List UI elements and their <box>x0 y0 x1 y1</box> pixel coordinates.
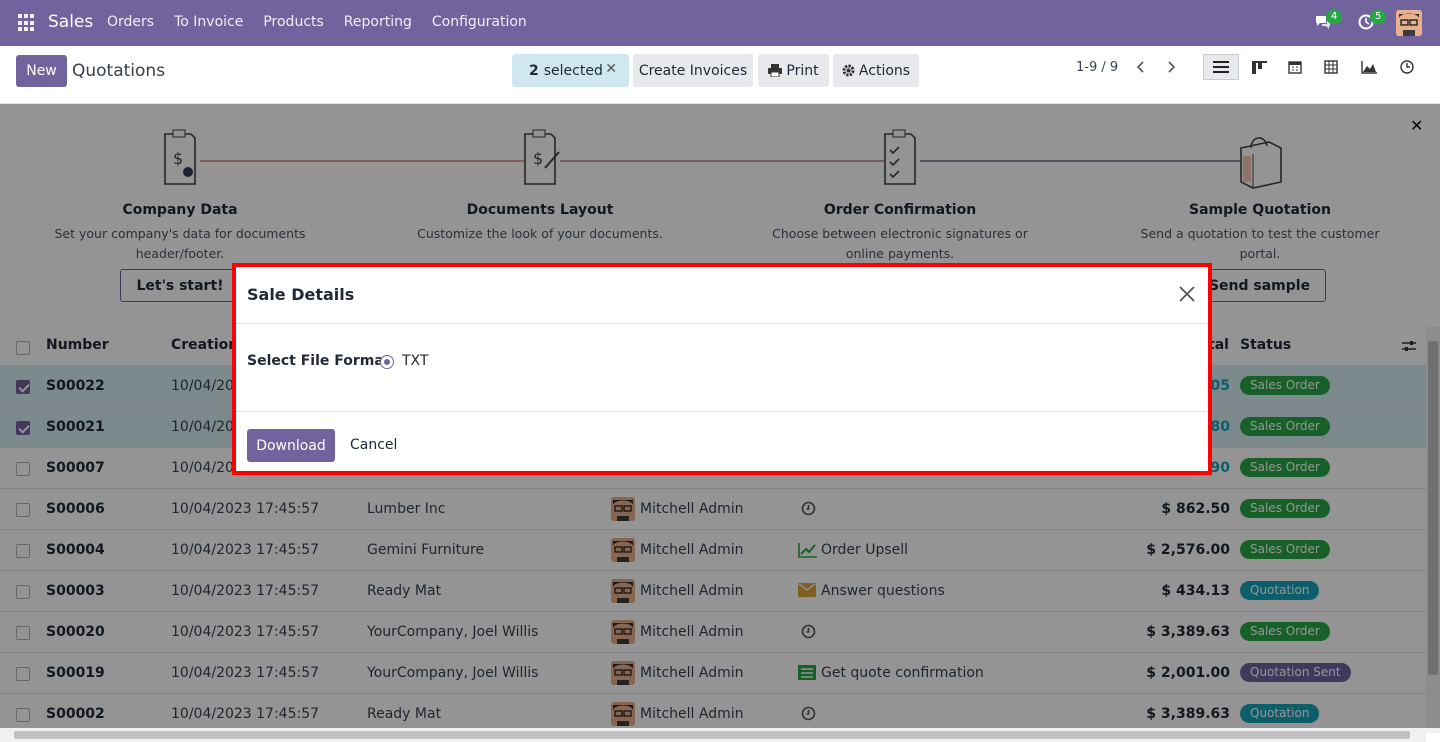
chevron-left-icon <box>1136 61 1144 73</box>
gear-icon <box>842 64 855 77</box>
horizontal-scrollbar[interactable] <box>0 728 1426 742</box>
close-icon[interactable] <box>1176 283 1198 305</box>
main-menu: Orders To Invoice Products Reporting Con… <box>107 14 547 30</box>
graph-view-button[interactable] <box>1351 54 1387 80</box>
file-format-label: Select File Format <box>247 353 391 369</box>
clear-selection-icon[interactable]: ✕ <box>605 61 617 77</box>
chevron-right-icon <box>1168 61 1176 73</box>
clock-icon <box>1400 60 1414 74</box>
sale-details-dialog: Sale Details Select File Format TXT Down… <box>232 263 1212 475</box>
user-avatar[interactable] <box>1396 10 1422 36</box>
table-icon <box>1324 60 1338 74</box>
list-icon <box>1213 61 1229 73</box>
print-button[interactable]: Print <box>758 54 829 87</box>
systray: 4 5 <box>1298 10 1422 36</box>
dialog-header: Sale Details <box>236 267 1208 324</box>
dialog-body: Select File Format TXT <box>236 324 1208 412</box>
actions-label: Actions <box>858 62 911 79</box>
dialog-title: Sale Details <box>247 285 355 304</box>
menu-to-invoice[interactable]: To Invoice <box>174 14 243 30</box>
selected-count: 2 <box>529 62 539 79</box>
selection-chip: 2 selected ✕ <box>512 54 629 87</box>
cancel-button[interactable]: Cancel <box>350 437 397 453</box>
pager-value[interactable]: 1-9 / 9 <box>1076 60 1118 75</box>
new-button[interactable]: New <box>16 55 67 87</box>
selected-label: selected <box>543 62 603 79</box>
activities-badge: 5 <box>1370 10 1387 24</box>
activity-view-button[interactable] <box>1389 54 1425 80</box>
kanban-view-button[interactable] <box>1241 54 1277 80</box>
calendar-icon <box>1288 61 1302 74</box>
messages-button[interactable]: 4 <box>1312 10 1343 36</box>
app-name[interactable]: Sales <box>48 12 93 32</box>
apps-menu-icon[interactable] <box>18 14 36 32</box>
printer-icon <box>768 64 783 77</box>
create-invoices-button[interactable]: Create Invoices <box>633 54 753 87</box>
menu-orders[interactable]: Orders <box>107 14 154 30</box>
menu-reporting[interactable]: Reporting <box>344 14 412 30</box>
print-label: Print <box>786 62 819 79</box>
txt-radio-label[interactable]: TXT <box>402 353 428 369</box>
txt-radio[interactable] <box>380 355 394 369</box>
pivot-view-button[interactable] <box>1313 54 1349 80</box>
calendar-view-button[interactable] <box>1277 54 1313 80</box>
list-view-button[interactable] <box>1203 54 1239 80</box>
kanban-icon <box>1251 60 1267 74</box>
control-panel: New Quotations 2 selected ✕ Create Invoi… <box>0 46 1440 104</box>
top-navbar: Sales Orders To Invoice Products Reporti… <box>0 0 1440 46</box>
actions-button[interactable]: Actions <box>833 54 919 87</box>
menu-configuration[interactable]: Configuration <box>432 14 527 30</box>
area-chart-icon <box>1361 60 1377 74</box>
page-title: Quotations <box>72 61 166 81</box>
menu-products[interactable]: Products <box>263 14 323 30</box>
messages-badge: 4 <box>1326 10 1343 24</box>
activities-button[interactable]: 5 <box>1356 10 1387 36</box>
pager-next[interactable] <box>1158 54 1186 80</box>
pager-previous[interactable] <box>1126 54 1154 80</box>
download-button[interactable]: Download <box>247 429 335 462</box>
